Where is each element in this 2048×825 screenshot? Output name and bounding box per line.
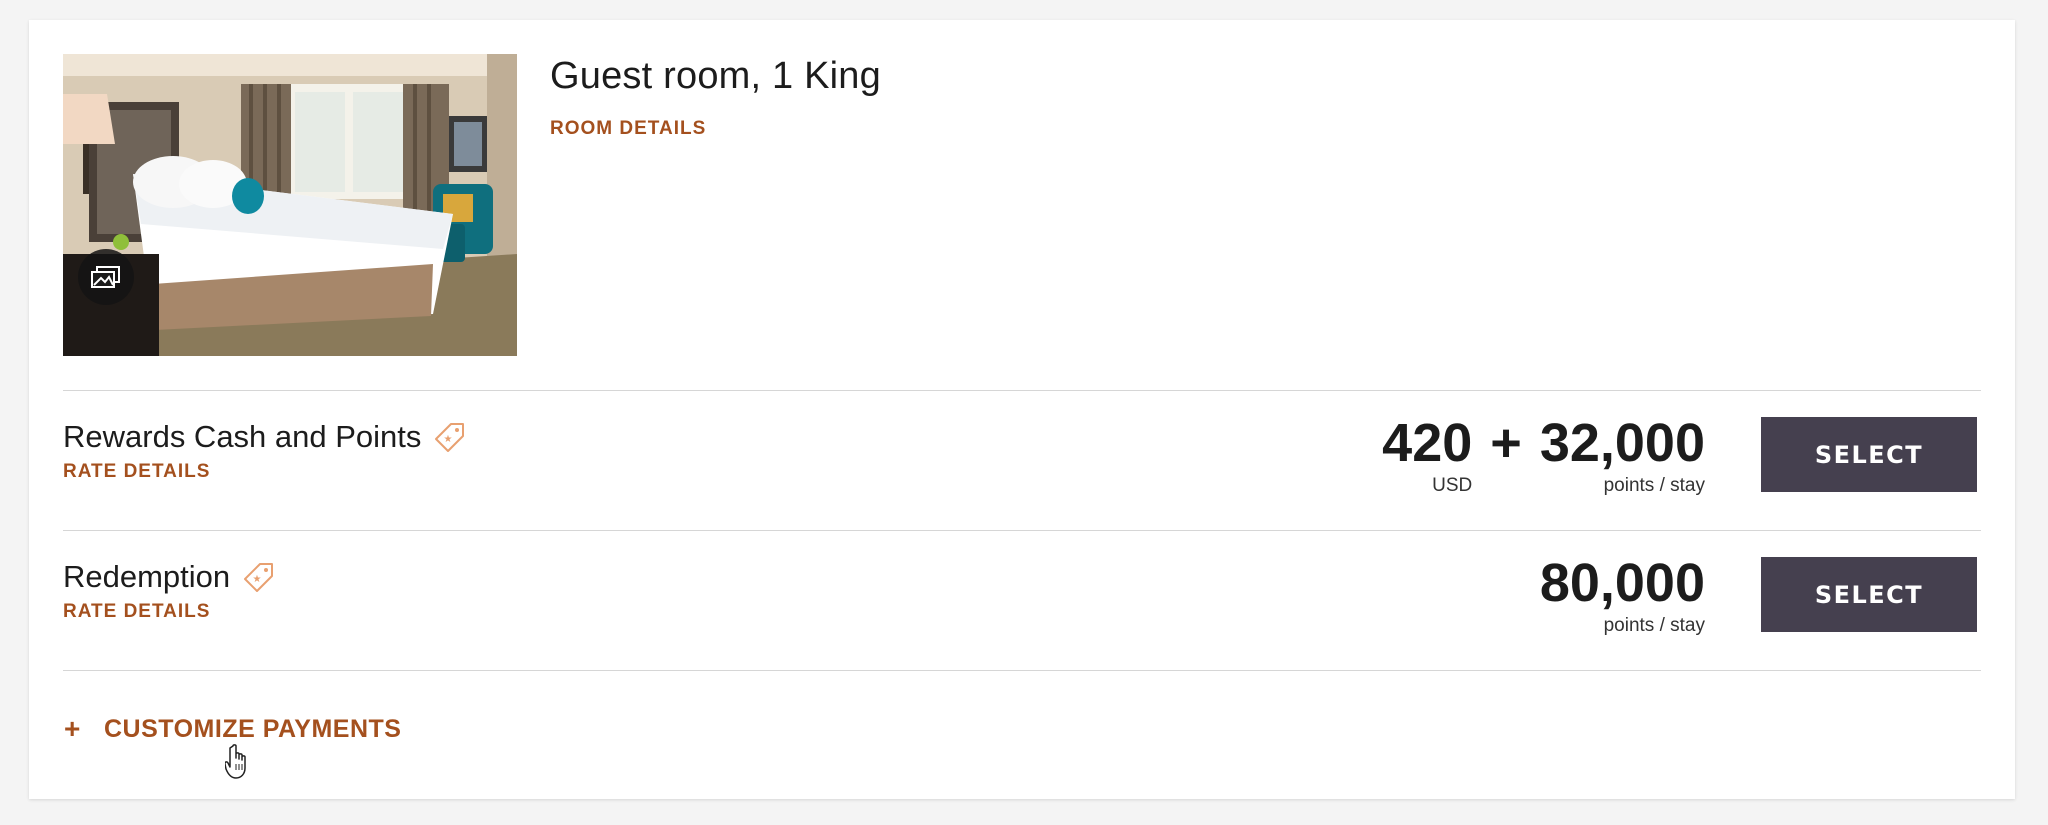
price-tag-icon[interactable]: ★ <box>433 420 467 454</box>
points-unit: points / stay <box>1603 615 1705 636</box>
svg-text:★: ★ <box>444 434 453 445</box>
rate-details-link[interactable]: RATE DETAILS <box>63 601 210 623</box>
price-tag-icon[interactable]: ★ <box>242 560 276 594</box>
svg-text:★: ★ <box>253 574 262 585</box>
hand-cursor-icon <box>225 744 246 779</box>
points-amount-group: 80,000 points / stay <box>1540 553 1705 637</box>
select-button[interactable]: SELECT <box>1761 417 1977 492</box>
rate-row-redemption: Redemption ★ RATE DETAILS 80,000 points … <box>63 531 1981 670</box>
plus-icon: + <box>64 713 81 744</box>
divider <box>63 670 1981 671</box>
room-photo[interactable] <box>63 54 517 356</box>
rate-title: Redemption ★ <box>63 559 276 595</box>
photos-glyph <box>91 266 120 288</box>
rate-price: 80,000 points / stay <box>1540 553 1705 637</box>
rate-row-cash-and-points: Rewards Cash and Points ★ RATE DETAILS 4… <box>63 391 1981 530</box>
rate-price: 420 USD + 32,000 points / stay <box>1382 413 1705 497</box>
points-amount-group: 32,000 points / stay <box>1540 413 1705 497</box>
points-amount: 32,000 <box>1539 413 1705 473</box>
room-title: Guest room, 1 King <box>550 55 881 97</box>
cash-amount: 420 <box>1382 413 1473 473</box>
cash-amount-group: 420 USD <box>1382 413 1472 497</box>
room-card: Guest room, 1 King ROOM DETAILS Rewards … <box>29 20 2015 799</box>
customize-payments-toggle[interactable]: + CUSTOMIZE PAYMENTS <box>64 714 401 744</box>
points-amount: 80,000 <box>1539 553 1705 613</box>
select-button[interactable]: SELECT <box>1761 557 1977 632</box>
rate-details-link[interactable]: RATE DETAILS <box>63 461 210 483</box>
rate-name: Rewards Cash and Points <box>63 419 422 454</box>
price-separator: + <box>1490 413 1522 473</box>
cash-unit: USD <box>1432 475 1473 496</box>
room-details-link[interactable]: ROOM DETAILS <box>550 118 706 140</box>
rate-title: Rewards Cash and Points ★ <box>63 419 467 455</box>
customize-payments-label[interactable]: CUSTOMIZE PAYMENTS <box>104 715 401 744</box>
room-photo-illustration <box>63 54 517 356</box>
points-unit: points / stay <box>1603 475 1705 496</box>
gallery-icon[interactable] <box>78 249 134 305</box>
rate-name: Redemption <box>63 559 231 594</box>
